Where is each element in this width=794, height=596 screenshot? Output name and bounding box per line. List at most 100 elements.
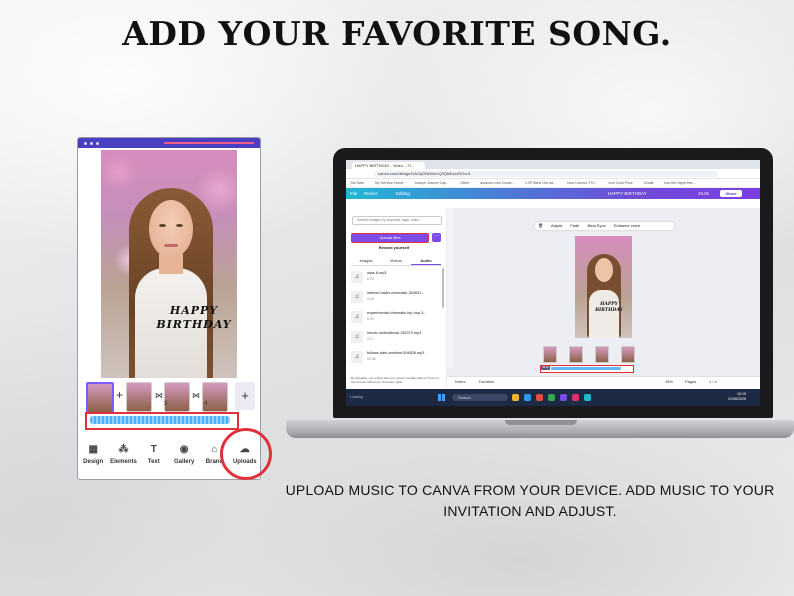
trash-icon[interactable]: 🗑 (538, 223, 543, 228)
canva-icon[interactable] (560, 394, 567, 401)
timeline-ruler (447, 208, 453, 368)
url-input[interactable]: canva.com/design/DAGq0K8Wk/nQ5Qb8UscRGvr… (374, 170, 718, 177)
page-thumb-3[interactable] (164, 382, 190, 412)
browser-tab[interactable]: HAPPY BIRTHDAY - Video – Ti... (352, 162, 425, 169)
audio-track-timeline[interactable]: 00:0s (540, 365, 634, 373)
windows-start-icon[interactable] (438, 394, 445, 401)
windows-taskbar: Loading Search 10:15 21/06/2025 (346, 389, 760, 406)
page-headline: ADD YOUR FAVORITE SONG. (122, 14, 672, 53)
bookmarks-bar: YouTube My Service Home Joseph Joseph Ca… (346, 179, 760, 188)
bookmark[interactable]: Gmail (644, 181, 653, 185)
app-icon[interactable] (572, 394, 579, 401)
add-page-button[interactable]: + (235, 382, 255, 410)
edge-icon[interactable] (524, 394, 531, 401)
editing-menu[interactable]: Editing (396, 188, 410, 199)
beat-sync-button[interactable]: Beat Sync (587, 223, 605, 228)
page-number: 4 (204, 401, 208, 407)
phone-status-bar (78, 138, 260, 148)
taskbar-clock: 10:15 21/06/2025 (728, 392, 746, 401)
app-icon[interactable] (536, 394, 543, 401)
plus-icon[interactable]: + (116, 388, 123, 402)
search-input[interactable]: Search images by keyword, tags, color... (352, 216, 442, 225)
page-thumb-3[interactable] (595, 346, 609, 363)
design-title[interactable]: HAPPY BIRTHDAY (608, 188, 647, 199)
notes-button[interactable]: Notes (455, 377, 465, 386)
panel-scrollbar[interactable] (442, 268, 444, 308)
taskbar-search[interactable]: Search (452, 394, 508, 401)
browser-tab-bar: HAPPY BIRTHDAY - Video – Ti... (346, 160, 760, 169)
music-note-icon: ♫ (351, 291, 363, 303)
file-explorer-icon[interactable] (512, 394, 519, 401)
page-thumb-2[interactable] (569, 346, 583, 363)
bookmark[interactable]: Live Gold Price (608, 181, 632, 185)
bookmark[interactable]: New Lenovo Y70... (567, 181, 597, 185)
tab-images[interactable]: Images (351, 257, 381, 265)
nav-elements[interactable]: ⁂ Elements (108, 436, 138, 476)
fade-button[interactable]: Fade (570, 223, 579, 228)
bookmark[interactable]: YouTube (350, 181, 364, 185)
list-item[interactable]: ♫ heroic-motivational-195370.mp3 2:17 (351, 330, 439, 344)
portrait-photo (595, 258, 613, 282)
tab-audio[interactable]: Audio (411, 257, 441, 265)
more-options-button[interactable]: ··· (432, 233, 441, 242)
editor-workspace[interactable]: 🗑 Adjust Fade Beat Sync Enhance voice HA… (447, 208, 760, 376)
bookmark[interactable]: Joseph Joseph Cap... (414, 181, 449, 185)
enhance-voice-button[interactable]: Enhance voice (614, 223, 640, 228)
phone-mockup: HAPPY BIRTHDAY + ⋈ 3 ⋈ 4 + ▦ Design ⁂ Elem… (77, 137, 261, 480)
audio-track-timeline[interactable] (85, 412, 239, 430)
list-item[interactable]: ♫ follows-dark-ambient-594826.mp3 00:38 (351, 350, 439, 364)
uploads-highlight-circle (220, 428, 272, 480)
duration-badge[interactable]: 10.0s (698, 188, 709, 199)
status-text: Loading (350, 395, 363, 399)
design-greeting-text[interactable]: HAPPY BIRTHDAY (149, 304, 237, 332)
page-thumb-4[interactable] (202, 382, 228, 412)
share-button[interactable]: Share (720, 190, 742, 197)
design-canvas[interactable]: HAPPY BIRTHDAY (101, 150, 237, 378)
resize-menu[interactable]: Resize (364, 188, 378, 199)
bookmark[interactable]: Other (460, 181, 469, 185)
chrome-icon[interactable] (548, 394, 555, 401)
pages-button[interactable]: Pages (685, 377, 696, 386)
address-bar: canva.com/design/DAGq0K8Wk/nQ5Qb8UscRGvr… (346, 169, 760, 179)
zoom-level[interactable]: 18% (665, 377, 673, 386)
page-thumb-2[interactable] (126, 382, 152, 412)
file-menu[interactable]: File (350, 188, 357, 199)
adjust-button[interactable]: Adjust (551, 223, 562, 228)
gallery-icon: ◉ (179, 444, 189, 455)
page-number: 3 (164, 401, 168, 407)
uploads-panel: Search images by keyword, tags, color...… (346, 208, 447, 388)
pages-count: 1 / 4 (709, 379, 717, 384)
music-note-icon: ♫ (351, 311, 363, 323)
app-icon[interactable] (584, 394, 591, 401)
bookmark[interactable]: Into the Night free... (664, 181, 696, 185)
nav-design[interactable]: ▦ Design (78, 436, 108, 476)
text-icon: T (150, 444, 157, 455)
list-item[interactable]: ♫ intense-trailer-cinematic-342831... 0:… (351, 290, 439, 304)
canvas-page[interactable]: HAPPY BIRTHDAY (575, 236, 632, 338)
editor-footer: Notes Duration 18% Pages 1 / 4 (447, 376, 760, 386)
record-yourself-button[interactable]: Record yourself (351, 245, 437, 250)
bookmark[interactable]: My Service Home (375, 181, 403, 185)
duration-button[interactable]: Duration (479, 377, 494, 386)
list-item[interactable]: ♫ experimental-cinematic-hip-hop-3... 0:… (351, 310, 439, 324)
nav-gallery[interactable]: ◉ Gallery (169, 436, 199, 476)
music-note-icon: ♫ (351, 271, 363, 283)
list-item[interactable]: ♫ okss 8.mp3 0:25 (351, 270, 439, 284)
page-thumb-4[interactable] (621, 346, 635, 363)
nav-text[interactable]: T Text (139, 436, 169, 476)
tab-videos[interactable]: Videos (381, 257, 411, 265)
bookmark[interactable]: LSP Bank Get ad... (525, 181, 556, 185)
canva-toolbar: File Resize Editing HAPPY BIRTHDAY 10.0s… (346, 188, 760, 199)
bookmark[interactable]: amazon.com Conta... (480, 181, 514, 185)
music-note-icon: ♫ (351, 331, 363, 343)
upload-files-button[interactable]: Upload files (351, 233, 429, 243)
page-thumb-1[interactable] (86, 382, 114, 414)
music-note-icon: ♫ (351, 351, 363, 363)
portrait-photo (149, 200, 193, 258)
transition-icon[interactable]: ⋈ (192, 391, 200, 400)
audio-waveform (90, 416, 230, 424)
canvas-greeting-text[interactable]: HAPPY BIRTHDAY (589, 302, 629, 314)
page-thumb-1[interactable] (543, 346, 557, 363)
upload-disclaimer: By uploading, you confirm that your cont… (351, 376, 439, 384)
transition-icon[interactable]: ⋈ (155, 391, 163, 400)
